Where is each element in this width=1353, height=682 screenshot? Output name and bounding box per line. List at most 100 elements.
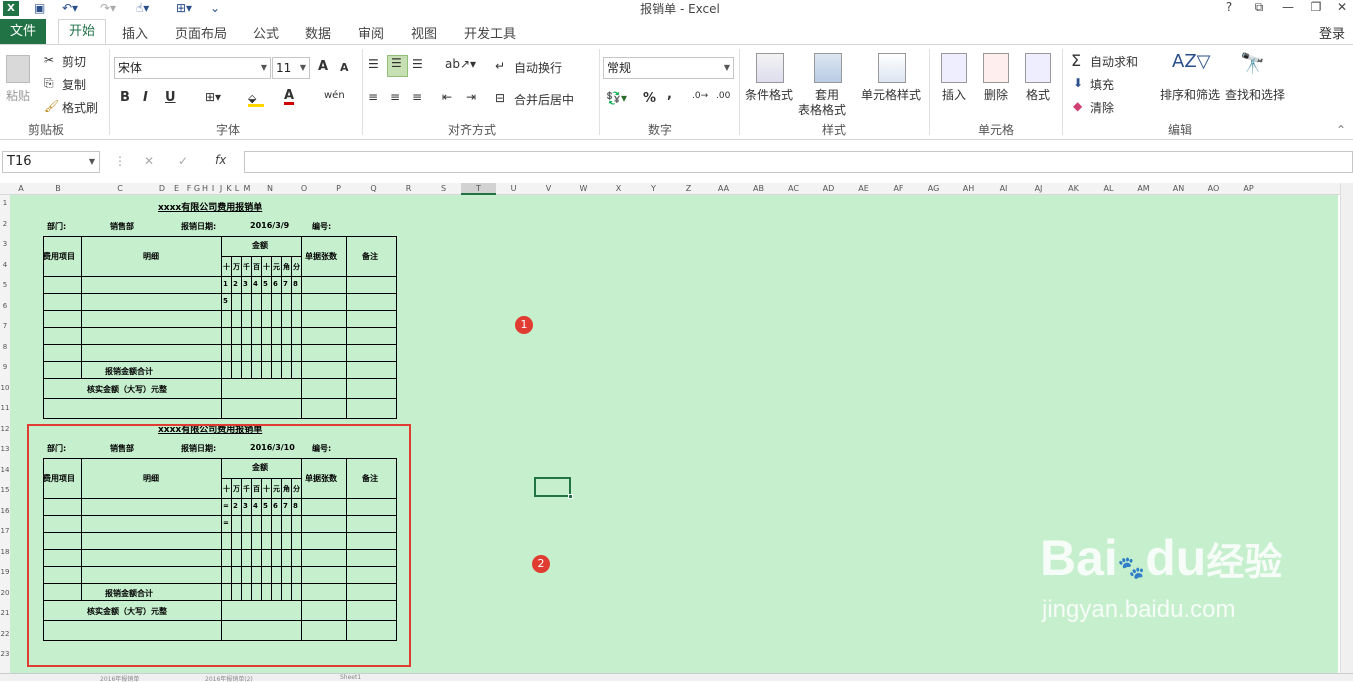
cancel-icon[interactable]: ✕ bbox=[144, 154, 154, 168]
column-header-C[interactable]: C bbox=[84, 183, 156, 195]
copy-button[interactable]: 复制 bbox=[62, 76, 86, 93]
cut-button[interactable]: 剪切 bbox=[62, 53, 86, 70]
collapse-ribbon-icon[interactable]: ⌃ bbox=[1336, 123, 1346, 137]
name-box[interactable]: T16 ▼ bbox=[2, 151, 100, 173]
align-right-icon[interactable]: ≡ bbox=[412, 90, 422, 104]
column-header-D[interactable]: D bbox=[156, 183, 168, 195]
column-header-P[interactable]: P bbox=[321, 183, 356, 195]
table-icon[interactable]: ⊞▾ bbox=[176, 1, 192, 15]
comma-button[interactable]: , bbox=[667, 87, 672, 102]
underline-button[interactable]: U bbox=[165, 90, 176, 105]
sort-filter-button[interactable]: 排序和筛选 bbox=[1160, 86, 1220, 103]
minimize-button[interactable]: — bbox=[1277, 0, 1299, 14]
conditional-format-button[interactable]: 条件格式 bbox=[745, 86, 793, 103]
row-header-11[interactable]: 11 bbox=[0, 404, 10, 412]
fill-color-icon[interactable]: ⬙ bbox=[248, 91, 264, 107]
column-header-L[interactable]: L bbox=[233, 183, 241, 195]
row-header-8[interactable]: 8 bbox=[0, 343, 10, 351]
insert-button[interactable]: 插入 bbox=[942, 86, 966, 103]
row-header-3[interactable]: 3 bbox=[0, 240, 10, 248]
row-header-1[interactable]: 1 bbox=[0, 199, 10, 207]
align-center-icon[interactable]: ≡ bbox=[390, 90, 400, 104]
column-header-E[interactable]: E bbox=[168, 183, 185, 195]
row-header-23[interactable]: 23 bbox=[0, 650, 10, 658]
column-header-O[interactable]: O bbox=[287, 183, 321, 195]
column-header-AM[interactable]: AM bbox=[1126, 183, 1161, 195]
selected-cell[interactable] bbox=[534, 477, 573, 499]
shrink-font-button[interactable]: A bbox=[340, 61, 349, 74]
row-header-13[interactable]: 13 bbox=[0, 445, 10, 453]
tab-developer[interactable]: 开发工具 bbox=[464, 23, 516, 42]
column-header-N[interactable]: N bbox=[253, 183, 287, 195]
decrease-indent-icon[interactable]: ⇤ bbox=[442, 90, 452, 104]
format-cells-icon[interactable] bbox=[1025, 53, 1051, 83]
increase-decimal-icon[interactable]: .0→ bbox=[692, 91, 708, 101]
fill-button[interactable]: 填充 bbox=[1090, 76, 1114, 93]
column-header-A[interactable]: A bbox=[10, 183, 32, 195]
row-header-17[interactable]: 17 bbox=[0, 527, 10, 535]
row-header-16[interactable]: 16 bbox=[0, 507, 10, 515]
grow-font-button[interactable]: A bbox=[318, 59, 328, 74]
tab-formulas[interactable]: 公式 bbox=[253, 23, 279, 42]
column-header-Q[interactable]: Q bbox=[356, 183, 391, 195]
increase-indent-icon[interactable]: ⇥ bbox=[466, 90, 476, 104]
cell-styles-button[interactable]: 单元格样式 bbox=[861, 86, 921, 103]
format-as-table-icon[interactable] bbox=[814, 53, 842, 83]
column-header-AE[interactable]: AE bbox=[846, 183, 881, 195]
row-header-19[interactable]: 19 bbox=[0, 568, 10, 576]
row-header-7[interactable]: 7 bbox=[0, 322, 10, 330]
insert-cells-icon[interactable] bbox=[941, 53, 967, 83]
column-header-B[interactable]: B bbox=[32, 183, 84, 195]
font-size-select[interactable]: 11 ▼ bbox=[272, 57, 310, 79]
column-header-Z[interactable]: Z bbox=[671, 183, 706, 195]
bold-button[interactable]: B bbox=[120, 90, 130, 105]
row-header-20[interactable]: 20 bbox=[0, 589, 10, 597]
column-header-AG[interactable]: AG bbox=[916, 183, 951, 195]
tab-review[interactable]: 审阅 bbox=[358, 23, 384, 42]
currency-icon[interactable]: 💱▾ bbox=[606, 91, 627, 105]
autosum-button[interactable]: 自动求和 bbox=[1090, 53, 1138, 70]
row-header-12[interactable]: 12 bbox=[0, 425, 10, 433]
column-header-AB[interactable]: AB bbox=[741, 183, 776, 195]
format-painter-button[interactable]: 格式刷 bbox=[62, 99, 98, 116]
merge-center-button[interactable]: 合并后居中 bbox=[514, 91, 574, 108]
vertical-scrollbar[interactable] bbox=[1340, 183, 1353, 673]
enter-icon[interactable]: ✓ bbox=[178, 154, 188, 168]
orientation-icon[interactable]: ab↗▾ bbox=[445, 57, 476, 71]
column-header-AF[interactable]: AF bbox=[881, 183, 916, 195]
tab-file[interactable]: 文件 bbox=[0, 19, 46, 44]
column-header-AO[interactable]: AO bbox=[1196, 183, 1231, 195]
column-header-M[interactable]: M bbox=[241, 183, 253, 195]
column-header-V[interactable]: V bbox=[531, 183, 566, 195]
border-icon[interactable]: ⊞▾ bbox=[205, 90, 221, 104]
italic-button[interactable]: I bbox=[143, 90, 148, 105]
ribbon-display-icon[interactable]: ⧉ bbox=[1248, 0, 1270, 15]
cell-styles-icon[interactable] bbox=[878, 53, 906, 83]
column-header-J[interactable]: J bbox=[217, 183, 225, 195]
number-format-select[interactable]: 常规 ▼ bbox=[603, 57, 734, 79]
close-button[interactable]: ✕ bbox=[1331, 0, 1353, 14]
column-header-I[interactable]: I bbox=[209, 183, 217, 195]
sort-filter-icon[interactable]: AZ▽ bbox=[1172, 51, 1211, 72]
column-header-Y[interactable]: Y bbox=[636, 183, 671, 195]
conditional-format-icon[interactable] bbox=[756, 53, 784, 83]
save-icon[interactable]: ▣ bbox=[34, 1, 45, 15]
row-header-10[interactable]: 10 bbox=[0, 384, 10, 392]
column-header-AH[interactable]: AH bbox=[951, 183, 986, 195]
phonetic-button[interactable]: wén bbox=[324, 90, 345, 101]
column-header-K[interactable]: K bbox=[225, 183, 233, 195]
decrease-decimal-icon[interactable]: .00 bbox=[716, 91, 730, 101]
undo-icon[interactable]: ↶▾ bbox=[62, 1, 78, 15]
column-header-G[interactable]: G bbox=[193, 183, 201, 195]
delete-button[interactable]: 删除 bbox=[984, 86, 1008, 103]
tab-view[interactable]: 视图 bbox=[411, 23, 437, 42]
column-header-AA[interactable]: AA bbox=[706, 183, 741, 195]
find-select-button[interactable]: 查找和选择 bbox=[1225, 86, 1285, 103]
copy-icon[interactable]: ⎘ bbox=[44, 76, 54, 91]
fill-handle[interactable] bbox=[568, 494, 573, 499]
customize-qat-icon[interactable]: ⌄ bbox=[210, 1, 220, 15]
column-header-AJ[interactable]: AJ bbox=[1021, 183, 1056, 195]
column-header-AI[interactable]: AI bbox=[986, 183, 1021, 195]
login-link[interactable]: 登录 bbox=[1319, 23, 1345, 42]
cut-icon[interactable]: ✂ bbox=[44, 53, 54, 67]
